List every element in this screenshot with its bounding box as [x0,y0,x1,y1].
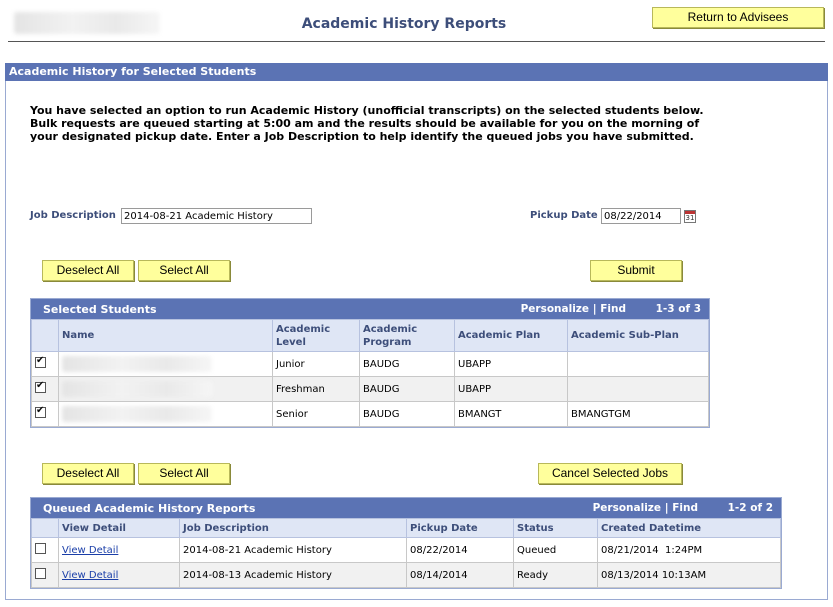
queued-reports-table: View Detail Job Description Pickup Date … [31,518,781,588]
table-row: Senior BAUDG BMANGT BMANGTGM [31,401,709,427]
select-column-header [31,518,59,538]
academic-plan-cell: UBAPP [454,376,568,402]
academic-sub-plan-cell: BMANGTGM [567,401,709,427]
row-range: 1-3 of 3 [655,303,701,315]
created-datetime-cell: 08/21/2014 1:24PM [597,537,781,563]
row-select-cell [31,376,59,402]
student-name-cell [58,351,273,377]
queued-reports-title-bar: Queued Academic History Reports Personal… [31,498,781,518]
column-header-academic-plan[interactable]: Academic Plan [454,319,568,352]
column-header-academic-program[interactable]: Academic Program [359,319,455,352]
column-header-name[interactable]: Name [58,319,273,352]
row-select-cell [31,401,59,427]
status-cell: Ready [513,562,598,588]
view-detail-cell: View Detail [58,537,180,563]
cancel-selected-jobs-button[interactable]: Cancel Selected Jobs [538,463,682,484]
queued-reports-title: Queued Academic History Reports [43,502,256,515]
column-header-academic-sub-plan[interactable]: Academic Sub-Plan [567,319,709,352]
deselect-all-students-button[interactable]: Deselect All [42,260,134,281]
job-description-label: Job Description [30,210,116,221]
redacted-student-name [62,406,212,422]
academic-level-cell: Senior [272,401,360,427]
queued-reports-nav: Personalize | Find 1-2 of 2 [593,502,773,514]
student-name-cell [58,401,273,427]
row-checkbox[interactable] [35,543,46,554]
pickup-date-input[interactable] [601,208,681,224]
row-select-cell [31,537,59,563]
pickup-date-cell: 08/14/2014 [406,562,514,588]
column-header-view-detail[interactable]: View Detail [58,518,180,538]
selected-students-title: Selected Students [43,303,157,316]
select-all-jobs-button[interactable]: Select All [138,463,230,484]
status-cell: Queued [513,537,598,563]
academic-program-cell: BAUDG [359,401,455,427]
column-header-academic-level[interactable]: Academic Level [272,319,360,352]
view-detail-link[interactable]: View Detail [62,545,118,556]
column-header-pickup-date[interactable]: Pickup Date [406,518,514,538]
job-description-cell: 2014-08-21 Academic History [179,537,407,563]
redacted-student-name [62,381,212,397]
job-description-cell: 2014-08-13 Academic History [179,562,407,588]
created-datetime-cell: 08/13/2014 10:13AM [597,562,781,588]
selected-students-nav: Personalize | Find 1-3 of 3 [521,303,701,315]
select-column-header [31,319,59,352]
academic-level-cell: Freshman [272,376,360,402]
submit-button[interactable]: Submit [590,260,682,281]
header-divider [8,41,825,42]
academic-plan-cell: BMANGT [454,401,568,427]
column-header-job-description[interactable]: Job Description [179,518,407,538]
row-checkbox[interactable] [35,405,46,418]
row-range: 1-2 of 2 [727,502,773,514]
column-header-status[interactable]: Status [513,518,598,538]
row-select-cell [31,351,59,377]
queued-reports-grid: Queued Academic History Reports Personal… [30,497,782,589]
select-all-students-button[interactable]: Select All [138,260,230,281]
job-description-input[interactable] [121,208,312,224]
selected-students-title-bar: Selected Students Personalize | Find 1-3… [31,299,709,319]
selected-students-grid: Selected Students Personalize | Find 1-3… [30,298,710,428]
pickup-date-label: Pickup Date [530,210,598,221]
personalize-link[interactable]: Personalize [593,502,661,514]
student-name-cell [58,376,273,402]
table-row: Freshman BAUDG UBAPP [31,376,709,402]
selected-students-table: Name Academic Level Academic Program Aca… [31,319,709,427]
row-checkbox[interactable] [35,355,46,368]
view-detail-link[interactable]: View Detail [62,570,118,581]
calendar-icon[interactable]: 31 [684,210,696,223]
column-header-created-datetime[interactable]: Created Datetime [597,518,781,538]
academic-level-cell: Junior [272,351,360,377]
table-row: View Detail 2014-08-21 Academic History … [31,537,781,563]
academic-sub-plan-cell [567,351,709,377]
row-checkbox[interactable] [35,568,46,579]
row-select-cell [31,562,59,588]
redacted-student-name [62,356,212,372]
table-row: View Detail 2014-08-13 Academic History … [31,562,781,588]
academic-program-cell: BAUDG [359,351,455,377]
view-detail-cell: View Detail [58,562,180,588]
pickup-date-cell: 08/22/2014 [406,537,514,563]
find-link[interactable]: Find [672,502,698,514]
row-checkbox[interactable] [35,380,46,393]
deselect-all-jobs-button[interactable]: Deselect All [42,463,134,484]
intro-text: You have selected an option to run Acade… [30,104,704,143]
academic-program-cell: BAUDG [359,376,455,402]
academic-plan-cell: UBAPP [454,351,568,377]
return-to-advisees-button[interactable]: Return to Advisees [652,7,824,28]
academic-sub-plan-cell [567,376,709,402]
find-link[interactable]: Find [600,303,626,315]
table-row: Junior BAUDG UBAPP [31,351,709,377]
section-header: Academic History for Selected Students [5,63,828,81]
personalize-link[interactable]: Personalize [521,303,589,315]
